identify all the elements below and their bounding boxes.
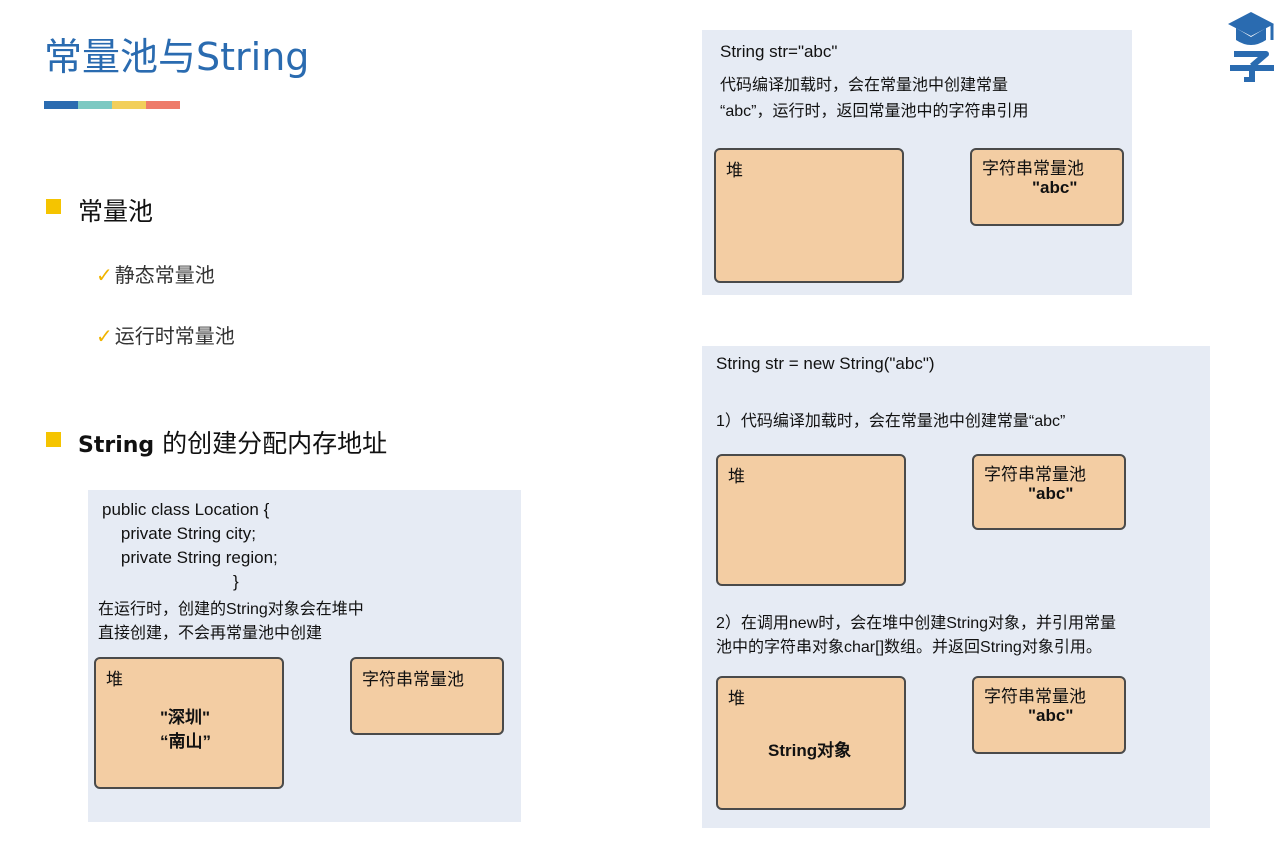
string-pool-value: "abc" xyxy=(1032,178,1078,197)
page-title: 常量池与String xyxy=(44,35,310,79)
section-heading-string-memory: String 的创建分配内存地址 xyxy=(78,424,387,460)
step-text: 池中的字符串对象char[]数组。并返回String对象引用。 xyxy=(716,639,1102,656)
heap-label: 堆 xyxy=(728,689,745,708)
logo xyxy=(1226,10,1274,83)
heap-value: "深圳" xyxy=(160,708,211,727)
heap-value: “南山” xyxy=(160,732,211,751)
string-pool-box: 字符串常量池 "abc" xyxy=(972,454,1126,530)
code-line: String str="abc" xyxy=(720,42,838,61)
code-line: public class Location { xyxy=(102,500,270,519)
description-line: 在运行时，创建的String对象会在堆中 xyxy=(98,601,364,618)
list-item: ✓ 静态常量池 xyxy=(96,259,215,288)
diagram-panel-left: public class Location { private String c… xyxy=(88,490,521,822)
list-item-label: 运行时常量池 xyxy=(114,324,235,348)
diagram-panel-top-right: String str="abc" 代码编译加载时，会在常量池中创建常量 “abc… xyxy=(702,30,1132,295)
heap-box: 堆 xyxy=(716,454,906,586)
string-pool-label: 字符串常量池 xyxy=(984,465,1086,484)
heap-box: 堆 "深圳" “南山” xyxy=(94,657,284,789)
color-bar-segment-1 xyxy=(44,101,78,109)
string-pool-value: "abc" xyxy=(1028,706,1074,725)
heap-box: 堆 String对象 xyxy=(716,676,906,810)
list-item-label: 静态常量池 xyxy=(114,263,215,287)
string-pool-box: 字符串常量池 xyxy=(350,657,504,735)
heap-label: 堆 xyxy=(726,161,743,180)
check-icon: ✓ xyxy=(96,263,113,287)
string-pool-label: 字符串常量池 xyxy=(362,670,464,689)
step-text: 2）在调用new时，会在堆中创建String对象，并引用常量 xyxy=(716,615,1117,632)
heap-label: 堆 xyxy=(106,670,123,689)
string-pool-label: 字符串常量池 xyxy=(984,687,1086,706)
check-icon: ✓ xyxy=(96,324,113,348)
description-line: 直接创建，不会再常量池中创建 xyxy=(98,625,323,642)
bullet-square xyxy=(46,199,61,214)
heading-rest: 的创建分配内存地址 xyxy=(154,429,388,458)
code-line: private String region; xyxy=(102,548,278,567)
code-line: private String city; xyxy=(102,524,256,543)
color-bar-segment-3 xyxy=(112,101,146,109)
list-item: ✓ 运行时常量池 xyxy=(96,320,235,349)
heading-bold: String xyxy=(78,433,155,458)
color-bar-segment-2 xyxy=(78,101,112,109)
graduation-cap-icon xyxy=(1228,12,1274,83)
code-line: String str = new String("abc") xyxy=(716,354,935,373)
heap-box: 堆 xyxy=(714,148,904,283)
description-line: “abc”，运行时，返回常量池中的字符串引用 xyxy=(720,103,1029,120)
heap-value: String对象 xyxy=(768,741,852,760)
diagram-panel-bottom-right: String str = new String("abc") 1）代码编译加载时… xyxy=(702,346,1210,828)
code-line: } xyxy=(233,572,239,591)
color-bar-segment-4 xyxy=(146,101,180,109)
string-pool-box: 字符串常量池 "abc" xyxy=(970,148,1124,226)
string-pool-value: "abc" xyxy=(1028,484,1074,503)
title-color-bar xyxy=(44,101,180,109)
string-pool-label: 字符串常量池 xyxy=(982,159,1084,178)
bullet-square xyxy=(46,432,61,447)
section-heading-constant-pool: 常量池 xyxy=(78,197,154,226)
string-pool-box: 字符串常量池 "abc" xyxy=(972,676,1126,754)
description-line: 代码编译加载时，会在常量池中创建常量 xyxy=(720,77,1009,94)
step-text: 1）代码编译加载时，会在常量池中创建常量“abc” xyxy=(716,413,1066,430)
heap-label: 堆 xyxy=(728,467,745,486)
